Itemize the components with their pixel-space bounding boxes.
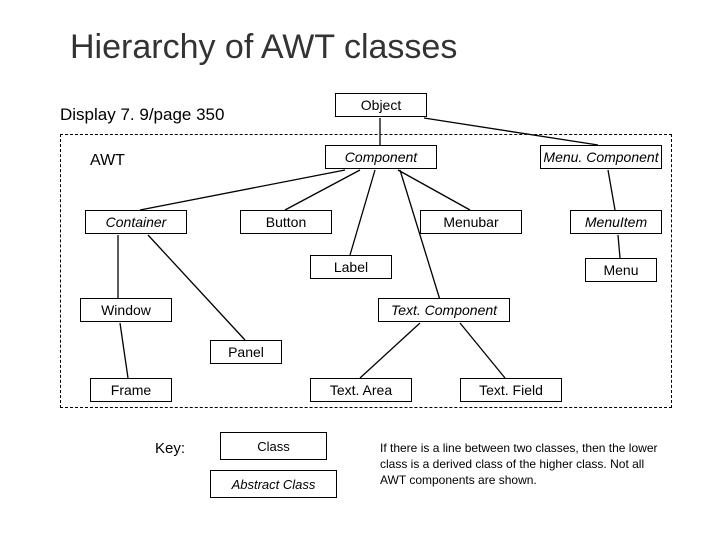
node-panel: Panel <box>210 340 282 364</box>
key-label: Key: <box>155 440 185 457</box>
legend-caption: If there is a line between two classes, … <box>380 440 660 489</box>
subtitle: Display 7. 9/page 350 <box>60 105 224 125</box>
legend-class-text: Class <box>257 439 290 454</box>
node-frame: Frame <box>90 378 172 402</box>
node-window: Window <box>80 298 172 322</box>
slide: Hierarchy of AWT classes Display 7. 9/pa… <box>0 0 720 540</box>
node-menu-component: Menu. Component <box>540 145 662 169</box>
node-text-field: Text. Field <box>460 378 562 402</box>
node-button: Button <box>240 210 332 234</box>
legend-abstract-class: Abstract Class <box>210 470 337 498</box>
node-container: Container <box>85 210 187 234</box>
node-component: Component <box>325 145 437 169</box>
node-menu: Menu <box>585 258 657 282</box>
page-title: Hierarchy of AWT classes <box>70 28 457 67</box>
node-menubar: Menubar <box>420 210 522 234</box>
node-label: Label <box>310 255 392 279</box>
node-object: Object <box>335 93 427 117</box>
node-text-component: Text. Component <box>378 298 510 322</box>
legend-abstract-class-text: Abstract Class <box>232 477 316 492</box>
node-menu-item: MenuItem <box>570 210 662 234</box>
legend-class: Class <box>220 432 327 460</box>
node-text-area: Text. Area <box>310 378 412 402</box>
awt-region-label: AWT <box>90 152 125 170</box>
